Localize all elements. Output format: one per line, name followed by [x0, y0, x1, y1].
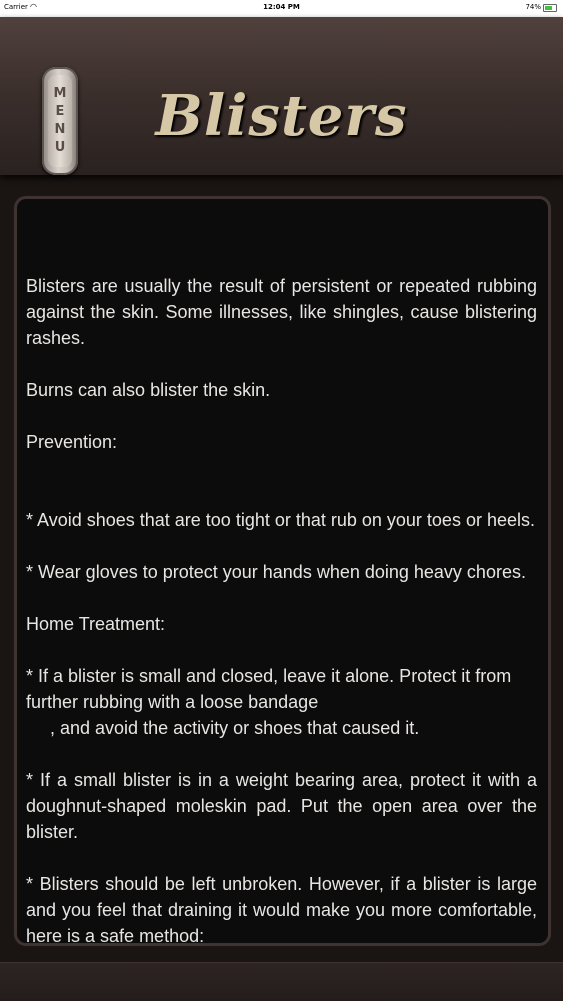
list-item-small-blister: * If a blister is small and closed, leav… — [26, 666, 512, 712]
heading-home-treatment: Home Treatment: — [26, 614, 166, 634]
status-time: 12:04 PM — [263, 3, 300, 11]
paragraph-burns: Burns can also blister the skin. — [26, 380, 271, 400]
battery-percent: 74% — [525, 3, 541, 11]
list-item-weight-bearing: * If a small blister is in a weight bear… — [26, 770, 537, 842]
status-bar: Carrier ◠ 12:04 PM 74% — [0, 0, 563, 17]
article-text: Blisters are usually the result of persi… — [26, 273, 537, 946]
header-bar: M E N U Blisters — [0, 17, 563, 175]
heading-prevention: Prevention: — [26, 432, 118, 452]
page-title: Blisters — [155, 83, 408, 149]
content-panel[interactable]: Blisters are usually the result of persi… — [14, 196, 551, 946]
list-item-prevention-shoes: * Avoid shoes that are too tight or that… — [26, 510, 535, 530]
list-item-prevention-gloves: * Wear gloves to protect your hands when… — [26, 562, 526, 582]
list-item-unbroken: * Blisters should be left unbroken. Howe… — [26, 874, 537, 946]
list-item-small-blister-cont: , and avoid the activity or shoes that c… — [50, 718, 420, 738]
battery-icon — [543, 4, 557, 12]
paragraph-intro: Blisters are usually the result of persi… — [26, 276, 537, 348]
footer-bar — [0, 962, 563, 1001]
